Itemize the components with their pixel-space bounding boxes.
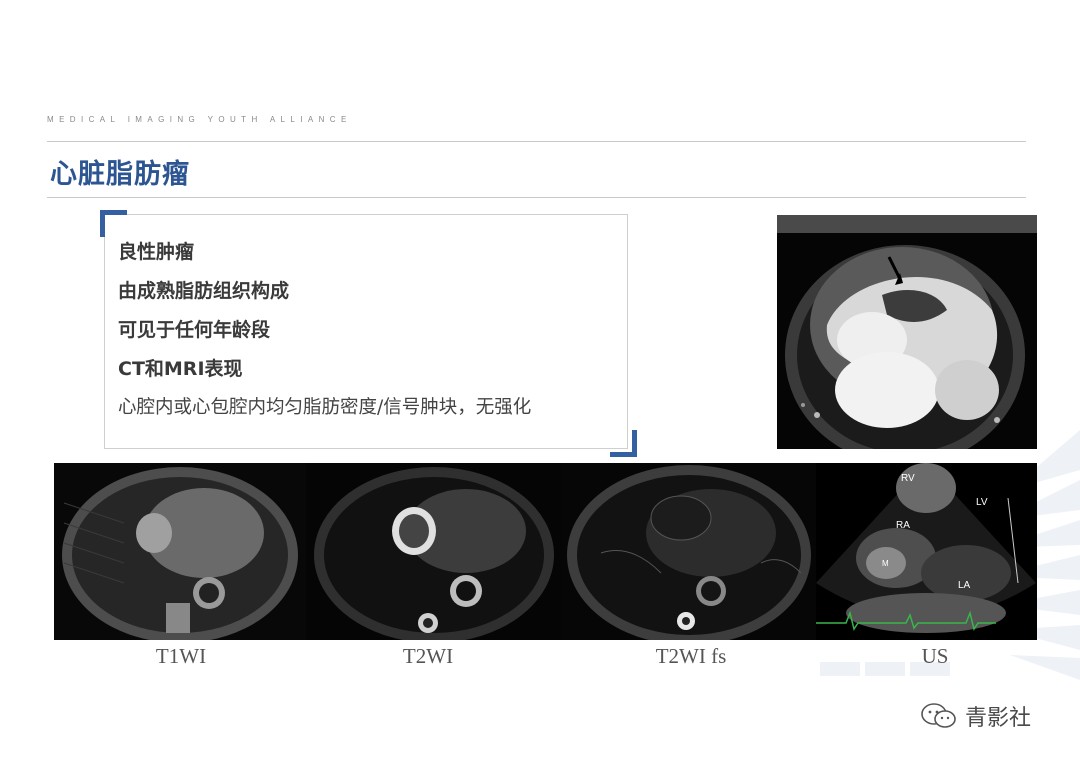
- caption-us: US: [921, 644, 949, 668]
- us-label-la: LA: [958, 580, 971, 591]
- bullet-item: 由成熟脂肪组织构成: [118, 280, 290, 302]
- slide-title: 心脏脂肪瘤: [50, 159, 190, 190]
- watermark: 青影社: [919, 701, 1031, 731]
- ct-image: [777, 215, 1037, 449]
- image-strip: RV LV RA LA M: [54, 463, 1037, 640]
- bullet-item: 良性肿瘤: [118, 241, 195, 263]
- ultrasound-image: RV LV RA LA M: [816, 463, 1037, 640]
- t2wi-image: [306, 463, 561, 640]
- bullet-item: 可见于任何年龄段: [118, 319, 271, 341]
- watermark-text: 青影社: [965, 706, 1032, 731]
- slide: MEDICAL IMAGING YOUTH ALLIANCE 心脏脂肪瘤 良性肿…: [0, 0, 1080, 763]
- t1wi-image: [54, 463, 306, 640]
- wechat-icon: [921, 703, 956, 728]
- bullet-item: CT和MRI表现: [118, 358, 243, 380]
- bullet-item: 心腔内或心包腔内均匀脂肪密度/信号肿块，无强化: [118, 397, 532, 418]
- org-line: MEDICAL IMAGING YOUTH ALLIANCE: [47, 115, 352, 124]
- title-divider: [47, 197, 1026, 198]
- caption-t2wi-fs: T2WI fs: [655, 644, 727, 668]
- caption-t2wi: T2WI: [402, 644, 454, 668]
- us-label-m: M: [882, 559, 889, 568]
- us-label-ra: RA: [896, 520, 910, 531]
- corner-bracket-bottom-right: [610, 430, 637, 457]
- us-label-rv: RV: [901, 473, 915, 484]
- bullet-list: 良性肿瘤 由成熟脂肪组织构成 可见于任何年龄段 CT和MRI表现 心腔内或心包腔…: [118, 238, 531, 433]
- us-label-lv: LV: [976, 497, 988, 508]
- top-divider: [47, 141, 1026, 142]
- t2wi-fs-image: [561, 463, 816, 640]
- caption-t1wi: T1WI: [155, 644, 207, 668]
- corner-bracket-top-left: [100, 210, 127, 237]
